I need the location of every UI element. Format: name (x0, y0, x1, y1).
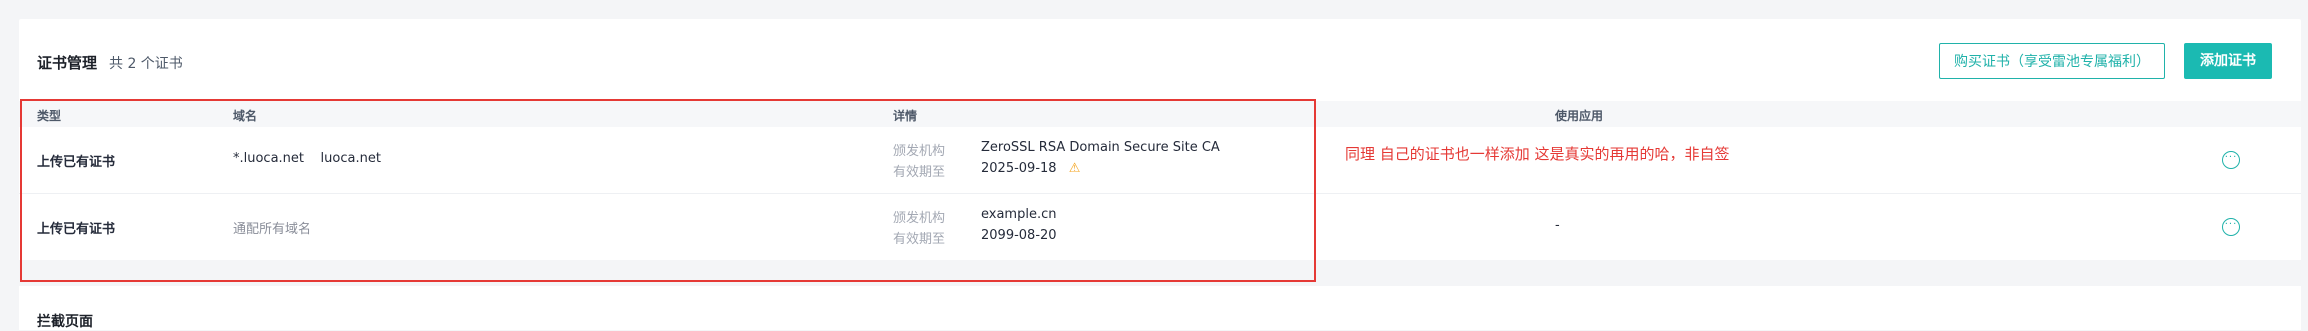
annotation-note: 同理 自己的证书也一样添加 这是真实的再用的哈，非自签 (1345, 145, 1730, 163)
certificate-count: 共 2 个证书 (109, 56, 183, 72)
more-options-icon[interactable]: ··· (2222, 151, 2240, 169)
block-page-card (19, 286, 2301, 330)
column-application: 使用应用 (1555, 109, 1604, 123)
add-certificate-button[interactable]: 添加证书 (2184, 43, 2272, 79)
application-value: - (1555, 218, 1560, 233)
more-options-icon[interactable]: ··· (2222, 218, 2240, 236)
page-title: 证书管理 (37, 54, 98, 72)
buy-certificate-button[interactable]: 购买证书（享受雷池专属福利） (1939, 43, 2165, 79)
annotation-highlight-box (20, 99, 1316, 282)
section-title: 拦截页面 (37, 314, 93, 330)
